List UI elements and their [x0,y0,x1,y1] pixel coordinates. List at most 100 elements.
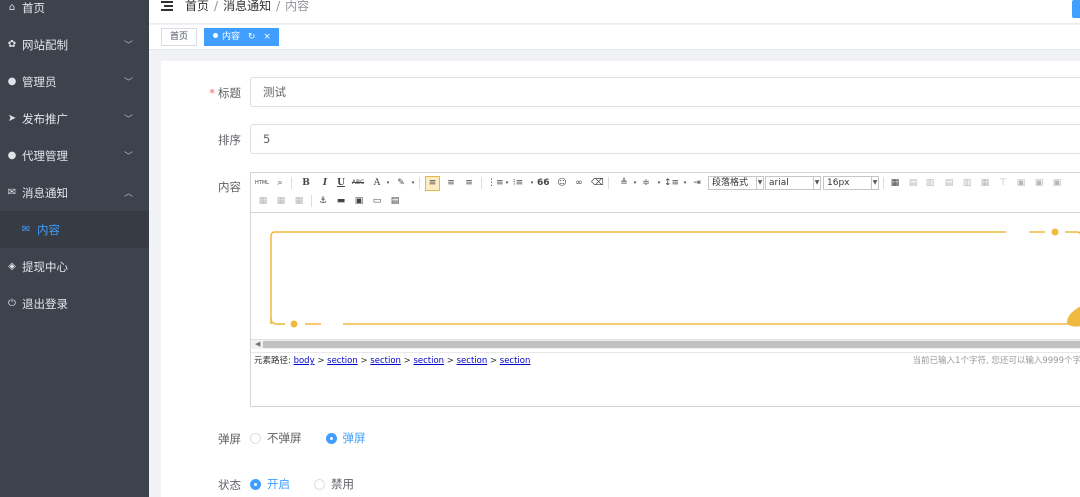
chevron-down-icon: ▼ [871,177,878,189]
popup-label: 弹屏 [218,432,241,446]
align-center-icon[interactable]: ≡ [445,177,457,189]
merge-right-icon[interactable]: ▦ [257,195,269,207]
cell-props-icon[interactable]: ▣ [1015,177,1027,189]
sidebar-item-site-config[interactable]: ✿ 网站配制 ﹀ [0,26,149,63]
underline-icon[interactable]: U [335,177,347,189]
ordered-list-icon[interactable]: ⋮≡ [487,177,504,189]
hamburger-menu-icon[interactable] [161,1,173,12]
highlight-icon[interactable]: ✎ [395,177,407,189]
link-icon[interactable]: ∞ [573,177,585,189]
editor-content[interactable] [251,214,1080,339]
sidebar-item-admin[interactable]: ● 管理员 ﹀ [0,63,149,100]
power-icon: ⏻ [8,297,16,309]
sidebar-item-notifications[interactable]: ✉ 消息通知 ︿ [0,174,149,211]
cell-align-icon[interactable]: ▣ [1033,177,1045,189]
element-path-link[interactable]: section [370,356,401,366]
sidebar-subitem-content[interactable]: ✉ 内容 [0,211,149,248]
paragraph-format-select[interactable]: 段落格式 ▼ [708,176,764,190]
scroll-left-icon[interactable]: ◀ [255,340,260,348]
font-family-select[interactable]: arial ▼ [765,176,821,190]
popup-radio-no[interactable]: 不弹屏 [250,430,302,446]
popup-radio-group: 不弹屏 弹屏 [250,431,390,445]
sidebar-item-label: 提现中心 [22,259,68,274]
sidebar-item-withdraw[interactable]: ◈ 提现中心 [0,248,149,285]
status-radio-disabled[interactable]: 禁用 [314,476,354,492]
breadcrumb-section[interactable]: 消息通知 [223,0,271,13]
delete-row-icon[interactable]: ▤ [943,177,955,189]
element-path-link[interactable]: section [413,356,444,366]
align-left-icon[interactable]: ≡ [425,176,440,191]
font-size-select[interactable]: 16px ▼ [823,176,879,190]
preview-icon[interactable]: ⌕ [274,177,286,189]
chevron-down-icon[interactable]: ▾ [679,177,691,189]
delete-col-icon[interactable]: ▥ [961,177,973,189]
gear-icon: ✿ [7,38,17,50]
active-dot-icon [213,33,218,38]
unordered-list-icon[interactable]: ⁝≡ [512,177,524,189]
breadcrumb: 首页 / 消息通知 / 内容 [185,0,309,13]
avatar-button[interactable] [1072,0,1080,18]
chevron-down-icon: ﹀ [123,41,133,51]
chevron-down-icon: ▼ [813,177,820,189]
blockquote-icon[interactable]: 66 [537,177,550,189]
merge-cells-icon[interactable]: ▦ [979,177,991,189]
sidebar-item-home[interactable]: ⌂ 首页 [0,0,149,26]
table-props-icon[interactable]: ▣ [1051,177,1063,189]
chevron-down-icon[interactable]: ▾ [382,177,394,189]
popup-radio-yes[interactable]: 弹屏 [325,430,366,446]
send-icon: ➤ [7,112,17,124]
sidebar-item-agent[interactable]: ● 代理管理 ﹀ [0,137,149,174]
breadcrumb-home[interactable]: 首页 [185,0,209,13]
tag-content[interactable]: 内容 ↻ × [204,28,279,46]
sidebar-item-label: 退出登录 [22,296,68,311]
title-input[interactable]: 测试 [250,77,1080,107]
html-source-icon[interactable]: HTML [255,177,269,189]
print-icon[interactable]: ▭ [371,195,383,207]
scroll-thumb[interactable] [263,341,1080,348]
insert-col-icon[interactable]: ▥ [924,177,936,189]
template-icon[interactable]: ▤ [389,195,401,207]
image-icon[interactable]: ▬ [335,195,347,207]
close-icon[interactable]: × [263,32,271,42]
emoji-icon[interactable]: ☺ [556,177,568,189]
italic-icon[interactable]: I [319,177,331,189]
chevron-down-icon[interactable]: ▾ [407,177,419,189]
bold-icon[interactable]: B [300,177,312,189]
indent-icon[interactable]: ⇥ [691,177,703,189]
split-cells-icon[interactable]: ⊤ [997,177,1009,189]
editor-toolbar: HTML ⌕ B I U ABC A ▾ ✎ ▾ ≡ ≡ ≡ ⋮≡ ▾ ⁝≡ ▾… [251,173,1080,213]
sidebar-item-promotion[interactable]: ➤ 发布推广 ﹀ [0,100,149,137]
element-path-link[interactable]: section [500,356,531,366]
chevron-down-icon: ▼ [756,177,763,189]
editor-statusbar: 元素路径: body > section > section > section… [251,352,1080,368]
status-label: 状态 [218,478,241,492]
split-rows-icon[interactable]: ▦ [293,195,305,207]
sort-input[interactable]: 5 [250,124,1080,154]
strikethrough-icon[interactable]: ABC [351,177,365,189]
chevron-down-icon: ﹀ [123,152,133,162]
rich-text-editor[interactable]: HTML ⌕ B I U ABC A ▾ ✎ ▾ ≡ ≡ ≡ ⋮≡ ▾ ⁝≡ ▾… [250,172,1080,407]
insert-row-icon[interactable]: ▤ [907,177,919,189]
status-radio-group: 开启 禁用 [250,477,378,491]
element-path-link[interactable]: section [457,356,488,366]
status-radio-enabled[interactable]: 开启 [250,476,290,492]
sidebar-item-label: 首页 [22,0,45,15]
home-icon: ⌂ [8,1,16,13]
tag-home[interactable]: 首页 [161,28,198,46]
anchor-icon[interactable]: ⚓ [317,195,329,207]
sidebar-item-label: 消息通知 [22,185,68,200]
element-path-link[interactable]: section [327,356,358,366]
eraser-icon[interactable]: ⌫ [591,177,604,189]
row-spacing-bottom-icon[interactable]: ≑ [640,177,652,189]
refresh-icon[interactable]: ↻ [248,32,256,42]
table-icon[interactable]: ▦ [889,177,901,189]
merge-down-icon[interactable]: ▦ [275,195,287,207]
element-path-link[interactable]: body [294,356,315,366]
sidebar-item-logout[interactable]: ⏻ 退出登录 [0,285,149,322]
horizontal-scrollbar[interactable]: ◀ [251,339,1080,349]
title-label: * 标题 [209,86,241,100]
align-right-icon[interactable]: ≡ [463,177,475,189]
decorative-frame-graphic [270,228,1080,328]
line-height-icon[interactable]: ↕≡ [664,177,679,189]
multi-image-icon[interactable]: ▣ [353,195,365,207]
